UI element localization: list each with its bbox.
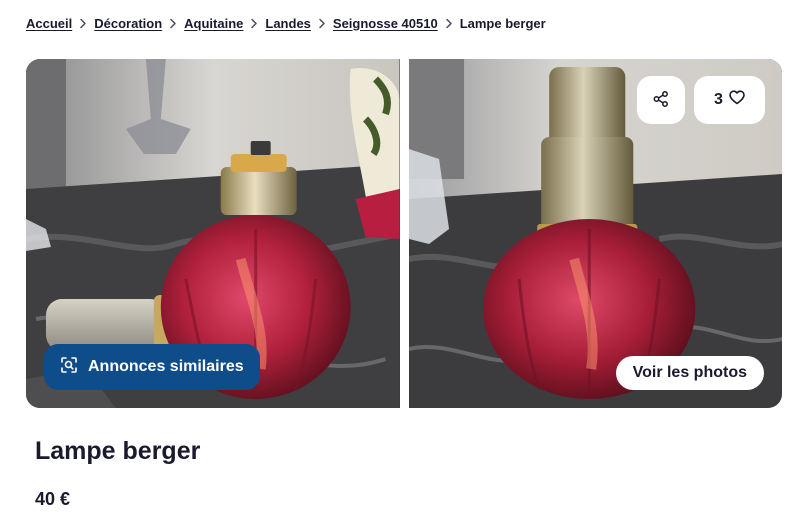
- favorite-button[interactable]: 3: [694, 76, 765, 124]
- listing-title: Lampe berger: [35, 437, 201, 465]
- breadcrumb-home[interactable]: Accueil: [26, 16, 72, 31]
- favorite-count: 3: [714, 91, 723, 108]
- chevron-right-icon: [72, 15, 94, 31]
- similar-ads-button[interactable]: Annonces similaires: [44, 344, 260, 390]
- listing-photo-1[interactable]: Annonces similaires: [26, 59, 400, 408]
- image-search-icon: [60, 356, 78, 379]
- chevron-right-icon: [311, 15, 333, 31]
- listing-photo-2[interactable]: 3 Voir les photos: [408, 59, 782, 408]
- breadcrumb-department[interactable]: Landes: [265, 16, 311, 31]
- chevron-right-icon: [243, 15, 265, 31]
- share-button[interactable]: [637, 76, 685, 124]
- photo-gallery: Annonces similaires 3 Voir les photos: [26, 59, 782, 408]
- heart-icon: [729, 90, 745, 110]
- chevron-right-icon: [162, 15, 184, 31]
- breadcrumb-city[interactable]: Seignosse 40510: [333, 16, 438, 31]
- listing-price: 40 €: [35, 489, 71, 509]
- breadcrumb: Accueil Décoration Aquitaine Landes Seig…: [26, 15, 546, 31]
- breadcrumb-current: Lampe berger: [459, 15, 546, 31]
- chevron-right-icon: [438, 15, 460, 31]
- see-photos-button[interactable]: Voir les photos: [615, 356, 764, 390]
- listing-page: Accueil Décoration Aquitaine Landes Seig…: [0, 0, 800, 519]
- breadcrumb-category[interactable]: Décoration: [94, 16, 162, 31]
- share-icon: [652, 90, 670, 111]
- similar-ads-label: Annonces similaires: [88, 358, 244, 375]
- breadcrumb-region[interactable]: Aquitaine: [184, 16, 243, 31]
